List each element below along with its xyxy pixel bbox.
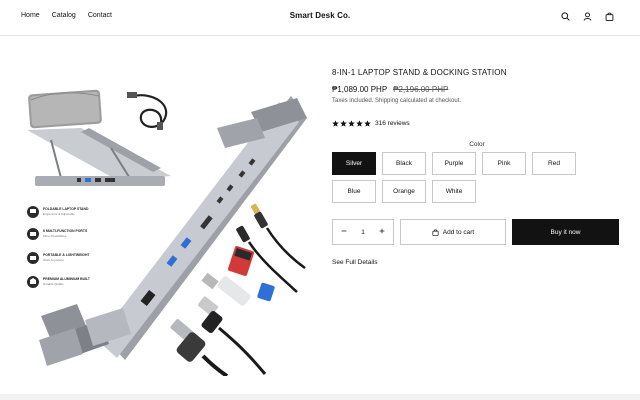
color-option-silver[interactable]: Silver bbox=[332, 152, 376, 175]
color-option-blue[interactable]: Blue bbox=[332, 180, 376, 203]
brand-name[interactable]: Smart Desk Co. bbox=[0, 11, 640, 20]
product-info: 8-IN-1 LAPTOP STAND & DOCKING STATION ₱1… bbox=[332, 68, 622, 266]
buy-now-button[interactable]: Buy it now bbox=[512, 219, 619, 245]
product-image[interactable]: FOLDABLE LAPTOP STAND Ergonomic & Adjust… bbox=[21, 88, 309, 376]
feature-list: FOLDABLE LAPTOP STAND Ergonomic & Adjust… bbox=[27, 206, 91, 288]
cart-icon bbox=[432, 228, 439, 236]
cart-icon[interactable] bbox=[604, 11, 615, 22]
add-to-cart-label: Add to cart bbox=[442, 228, 475, 236]
color-option-white[interactable]: White bbox=[432, 180, 476, 203]
compare-price: ₱2,196.00 PHP bbox=[393, 85, 449, 94]
increase-quantity-button[interactable] bbox=[379, 228, 385, 236]
plus-icon bbox=[379, 228, 385, 234]
star-icon bbox=[348, 120, 355, 127]
color-options: Silver Black Purple Pink Red Blue Orange… bbox=[332, 152, 624, 203]
minus-icon bbox=[341, 230, 347, 232]
see-full-details-link[interactable]: See Full Details bbox=[332, 259, 622, 266]
usb-cable-graphic bbox=[127, 92, 168, 130]
color-option-orange[interactable]: Orange bbox=[382, 180, 426, 203]
feature-2-title: 8 MULTI-FUNCTION PORTS bbox=[43, 229, 88, 233]
pouch-graphic bbox=[28, 89, 102, 129]
color-option-pink[interactable]: Pink bbox=[482, 152, 526, 175]
sale-price: ₱1,089.00 PHP bbox=[332, 85, 388, 94]
site-header: Home Catalog Contact Smart Desk Co. bbox=[0, 0, 640, 36]
feature-4-title: PREMIUM ALUMINIUM BUILT bbox=[43, 277, 91, 281]
product-title: 8-IN-1 LAPTOP STAND & DOCKING STATION bbox=[332, 68, 507, 77]
star-icon bbox=[364, 120, 371, 127]
color-option-black[interactable]: Black bbox=[382, 152, 426, 175]
price-row: ₱1,089.00 PHP ₱2,196.00 PHP bbox=[332, 85, 622, 94]
feature-2-sub: More Possibilities bbox=[43, 234, 67, 238]
purchase-row: 1 Add to cart Buy it now bbox=[332, 219, 622, 245]
rating-stars bbox=[332, 120, 371, 127]
header-icons bbox=[560, 11, 615, 22]
star-icon bbox=[332, 120, 339, 127]
review-count[interactable]: 316 reviews bbox=[375, 120, 410, 127]
search-icon[interactable] bbox=[560, 11, 571, 22]
quantity-stepper: 1 bbox=[332, 219, 394, 245]
color-label: Color bbox=[469, 141, 485, 148]
feature-1-title: FOLDABLE LAPTOP STAND bbox=[43, 207, 89, 211]
color-option-red[interactable]: Red bbox=[532, 152, 576, 175]
color-option-purple[interactable]: Purple bbox=[432, 152, 476, 175]
feature-1-sub: Ergonomic & Adjustable bbox=[43, 212, 75, 216]
quantity-input[interactable]: 1 bbox=[361, 229, 365, 236]
rating[interactable]: 316 reviews bbox=[332, 120, 622, 127]
add-to-cart-button[interactable]: Add to cart bbox=[400, 219, 506, 245]
star-icon bbox=[356, 120, 363, 127]
feature-4-sub: Durable Quality bbox=[43, 282, 64, 286]
feature-3-title: PORTABLE & LIGHTWEIGHT bbox=[43, 253, 90, 257]
feature-3-sub: Work Anywhere bbox=[43, 258, 64, 262]
footer-strip bbox=[0, 394, 640, 400]
star-icon bbox=[340, 120, 347, 127]
taxes-note: Taxes included. Shipping calculated at c… bbox=[332, 98, 462, 104]
decrease-quantity-button[interactable] bbox=[341, 228, 347, 236]
account-icon[interactable] bbox=[582, 11, 593, 22]
stand-preview-graphic bbox=[27, 128, 171, 186]
